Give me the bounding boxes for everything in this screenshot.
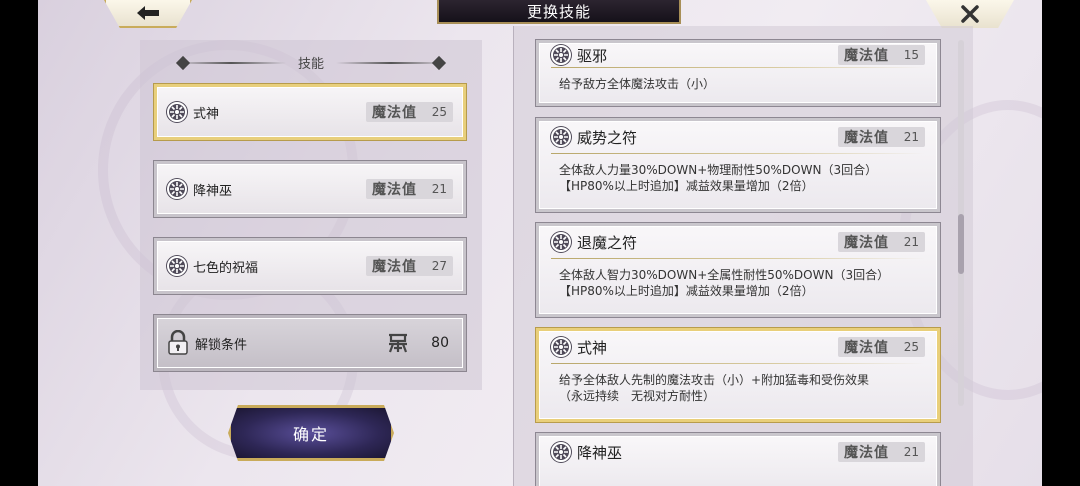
mp-label: 魔法值 bbox=[844, 48, 889, 64]
mp-cost: 魔法值 21 bbox=[838, 232, 925, 252]
arrow-left-icon bbox=[137, 6, 159, 20]
mp-cost: 魔法值 25 bbox=[838, 337, 925, 357]
skill-description: 给予敌方全体魔法攻击（小） bbox=[559, 77, 716, 91]
magic-skill-icon bbox=[551, 442, 571, 462]
scrollbar-thumb[interactable] bbox=[958, 214, 964, 274]
mp-label: 魔法值 bbox=[372, 182, 417, 198]
skill-card[interactable]: 退魔之符 魔法值 21 全体敌人智力30%DOWN+全属性耐性50%DOWN（3… bbox=[536, 223, 940, 317]
mp-value: 27 bbox=[431, 259, 447, 273]
skill-slot-3[interactable]: 七色的祝福 魔法值 27 bbox=[154, 238, 466, 294]
skill-name: 退魔之符 bbox=[577, 233, 638, 252]
skill-card[interactable]: 驱邪 魔法值 15 给予敌方全体魔法攻击（小） bbox=[536, 40, 940, 106]
locked-skill-slot[interactable]: 解锁条件 80 bbox=[154, 315, 466, 371]
mp-label: 魔法值 bbox=[844, 130, 889, 146]
magic-skill-icon bbox=[167, 179, 187, 199]
mp-cost: 魔法值 25 bbox=[366, 102, 453, 122]
skill-card[interactable]: 降神巫 魔法值 21 bbox=[536, 433, 940, 486]
mp-value: 21 bbox=[903, 130, 919, 144]
magic-skill-icon bbox=[551, 127, 571, 147]
close-icon bbox=[961, 5, 979, 23]
equipped-skills-panel: 技能 式神 魔法值 25 降神巫 魔法值 21 七色的祝福 魔法值 27 解锁条… bbox=[140, 40, 482, 390]
magic-skill-icon bbox=[551, 337, 571, 357]
slot-skill-name: 式神 bbox=[193, 106, 220, 122]
skill-name: 威势之符 bbox=[577, 128, 638, 147]
skill-slot-1[interactable]: 式神 魔法值 25 bbox=[154, 84, 466, 140]
mp-cost: 魔法值 15 bbox=[838, 45, 925, 65]
mp-cost: 魔法值 21 bbox=[838, 127, 925, 147]
mp-cost: 魔法值 21 bbox=[838, 442, 925, 462]
unlock-level-value: 80 bbox=[431, 335, 449, 351]
skill-description: 给予全体敌人先制的魔法攻击（小）+附加猛毒和受伤效果 （永远持续 无视对方耐性） bbox=[559, 373, 870, 403]
magic-skill-icon bbox=[551, 45, 571, 65]
mp-value: 15 bbox=[903, 48, 919, 62]
skill-card[interactable]: 威势之符 魔法值 21 全体敌人力量30%DOWN+物理耐性50%DOWN（3回… bbox=[536, 118, 940, 212]
skill-slot-2[interactable]: 降神巫 魔法值 21 bbox=[154, 161, 466, 217]
magic-skill-icon bbox=[167, 102, 187, 122]
mp-label: 魔法值 bbox=[844, 340, 889, 356]
confirm-button[interactable]: 确定 bbox=[228, 405, 394, 461]
skill-description: 全体敌人智力30%DOWN+全属性耐性50%DOWN（3回合） 【HP80%以上… bbox=[559, 268, 890, 298]
skill-name: 驱邪 bbox=[577, 46, 608, 65]
unlock-condition-label: 解锁条件 bbox=[195, 337, 248, 353]
magic-skill-icon bbox=[167, 256, 187, 276]
skill-description: 全体敌人力量30%DOWN+物理耐性50%DOWN（3回合） 【HP80%以上时… bbox=[559, 163, 878, 193]
slot-skill-name: 七色的祝福 bbox=[193, 260, 259, 276]
mp-cost: 魔法值 21 bbox=[366, 179, 453, 199]
page-title: 更换技能 bbox=[437, 0, 681, 24]
lock-icon bbox=[168, 330, 188, 355]
mp-value: 21 bbox=[431, 182, 447, 196]
magic-skill-icon bbox=[551, 232, 571, 252]
skill-name: 降神巫 bbox=[577, 443, 623, 462]
header-divider-right bbox=[336, 62, 446, 64]
mp-label: 魔法值 bbox=[372, 105, 417, 121]
skill-card-selected[interactable]: 式神 魔法值 25 给予全体敌人先制的魔法攻击（小）+附加猛毒和受伤效果 （永远… bbox=[536, 328, 940, 422]
slot-skill-name: 降神巫 bbox=[193, 183, 233, 199]
mp-label: 魔法值 bbox=[844, 235, 889, 251]
mp-cost: 魔法值 27 bbox=[366, 256, 453, 276]
mp-label: 魔法值 bbox=[372, 259, 417, 275]
unlock-level-icon bbox=[389, 333, 408, 353]
mp-value: 21 bbox=[903, 445, 919, 459]
mp-value: 25 bbox=[431, 105, 447, 119]
mp-label: 魔法值 bbox=[844, 445, 889, 461]
mp-value: 25 bbox=[903, 340, 919, 354]
skill-name: 式神 bbox=[577, 338, 608, 357]
mp-value: 21 bbox=[903, 235, 919, 249]
